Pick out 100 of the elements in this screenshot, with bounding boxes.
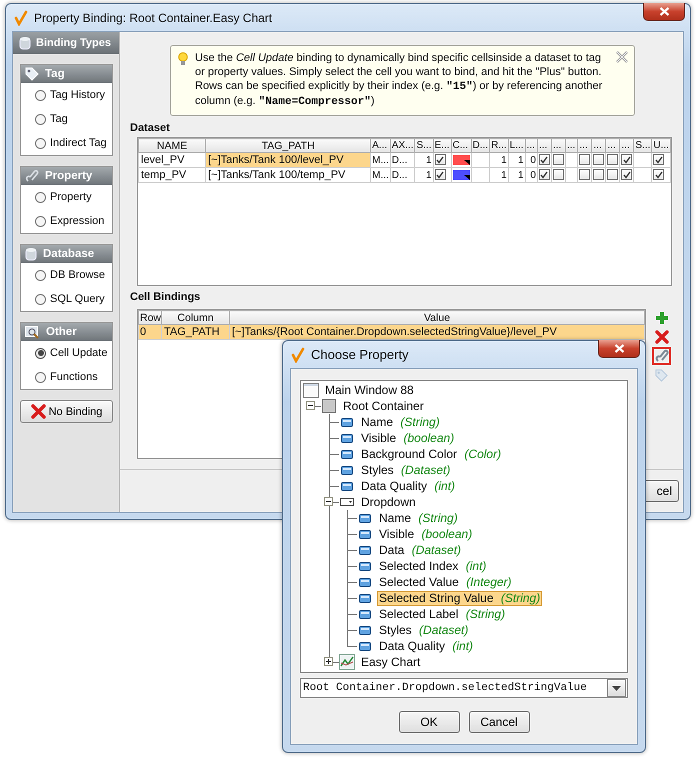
radio-label[interactable]: DB Browse	[50, 269, 106, 281]
column-header[interactable]: Value	[230, 310, 644, 324]
radio-label[interactable]: Expression	[50, 215, 104, 227]
radio-label[interactable]: SQL Query	[50, 293, 105, 305]
tree-item[interactable]: Selected Index (int)	[377, 558, 488, 574]
close-button[interactable]	[643, 3, 685, 21]
column-header[interactable]: R...	[490, 138, 508, 152]
radio-button[interactable]	[35, 294, 46, 304]
expand-toggle[interactable]	[324, 657, 333, 666]
property-icon	[341, 434, 353, 442]
caret-icon	[612, 686, 621, 690]
radio-label[interactable]: Tag	[50, 113, 68, 125]
property-icon	[341, 466, 353, 474]
column-header[interactable]: NAME	[138, 138, 206, 152]
column-header[interactable]: ...	[592, 138, 606, 152]
radio-button[interactable]	[35, 372, 46, 382]
checkmark-icon	[14, 10, 28, 26]
close-icon[interactable]	[616, 51, 628, 63]
tree-item[interactable]: Root Container	[341, 398, 426, 414]
tree-item[interactable]: Easy Chart	[359, 654, 422, 670]
radio-button[interactable]	[35, 270, 46, 280]
column-header[interactable]: C...	[451, 138, 472, 152]
radio-button[interactable]	[35, 90, 46, 100]
close-icon	[658, 7, 670, 16]
tree-item[interactable]: Name (String)	[377, 510, 460, 526]
column-header[interactable]: TAG_PATH	[206, 138, 371, 152]
tree-item[interactable]: Visible (boolean)	[377, 526, 474, 542]
column-header[interactable]: ...	[537, 138, 552, 152]
column-header[interactable]: U...	[652, 138, 670, 152]
remove-icon	[654, 330, 668, 344]
dropdown-button[interactable]	[607, 679, 626, 697]
checkbox[interactable]	[434, 154, 446, 166]
column-header[interactable]: Column	[162, 310, 230, 324]
tree-item[interactable]: Visible (boolean)	[359, 430, 456, 446]
column-header[interactable]: ...	[606, 138, 620, 152]
property-icon	[341, 418, 353, 426]
column-header[interactable]: S...	[414, 138, 433, 152]
column-header[interactable]: D...	[471, 138, 490, 152]
column-header[interactable]: ...	[551, 138, 566, 152]
radio-label[interactable]: Tag History	[50, 89, 106, 101]
checkbox[interactable]	[653, 154, 664, 166]
info-text: Use the Cell Update binding to dynamically bind specific cellsinside a dataset to tag or property values. Simply select the cell you want to bind, and hit the "Plus" button. Rows can be specified explicitly by their index (e.g. "15") or by referencing another column (e.g. "Name=Compressor")	[195, 51, 604, 109]
tree-item[interactable]: Background Color (Color)	[359, 446, 504, 462]
collapse-toggle[interactable]	[306, 401, 315, 410]
column-header[interactable]: AX...	[390, 138, 415, 152]
table-cell: temp_PV	[138, 168, 206, 182]
link-button[interactable]	[652, 347, 671, 365]
column-header[interactable]: ...	[565, 138, 578, 152]
ok-button[interactable]: OK	[398, 711, 460, 733]
property-icon	[359, 562, 371, 570]
radio-label[interactable]: Cell Update	[50, 347, 108, 359]
radio-button[interactable]	[35, 348, 46, 358]
table-cell: [~]Tanks/Tank 100/temp_PV	[206, 168, 371, 182]
tree-item[interactable]: Dropdown	[359, 494, 418, 510]
radio-label[interactable]: Functions	[50, 371, 98, 383]
tree-item[interactable]: Data Quality (int)	[377, 638, 476, 654]
chain-link-icon	[654, 349, 668, 363]
radio-button[interactable]	[35, 216, 46, 226]
radio-button[interactable]	[35, 138, 46, 148]
tree-item[interactable]: Data (Dataset)	[377, 542, 464, 558]
tree-item[interactable]: Selected Label (String)	[377, 606, 508, 622]
tree-item[interactable]: Styles (Dataset)	[359, 462, 452, 478]
tree-item[interactable]: Styles (Dataset)	[377, 622, 470, 638]
tag-icon	[655, 368, 668, 382]
radio-label[interactable]: Indirect Tag	[50, 137, 107, 149]
column-header[interactable]: E...	[433, 138, 452, 152]
tree-item[interactable]: Selected Value (Integer)	[377, 574, 514, 590]
column-header[interactable]: L...	[508, 138, 526, 152]
property-icon	[359, 642, 371, 650]
table-cell: 1	[490, 168, 508, 182]
radio-button[interactable]	[35, 192, 46, 202]
dialog-title: Choose Property	[311, 347, 409, 362]
tree-item[interactable]: Main Window 88	[323, 382, 416, 398]
checkbox[interactable]	[653, 169, 664, 180]
column-header[interactable]: A...	[370, 138, 390, 152]
window-title: Property Binding: Root Container.Easy Chart	[34, 10, 272, 24]
column-header[interactable]: S...	[634, 138, 652, 152]
no-binding-button[interactable]: No Binding	[20, 400, 113, 423]
tree-item[interactable]: Selected String Value (String)	[377, 590, 542, 606]
checkmark-icon	[291, 346, 305, 362]
column-header[interactable]: ...	[620, 138, 634, 152]
property-icon	[359, 594, 371, 602]
column-header[interactable]: ...	[578, 138, 592, 152]
column-header[interactable]: ...	[525, 138, 538, 152]
collapse-toggle[interactable]	[324, 497, 333, 506]
tree-item[interactable]: Name (String)	[359, 414, 442, 430]
group-title: Database	[43, 248, 94, 260]
table-cell: M...	[370, 152, 390, 168]
property-icon	[359, 546, 371, 554]
radio-button[interactable]	[35, 114, 46, 124]
radio-label[interactable]: Property	[50, 191, 92, 203]
path-field[interactable]: Root Container.Dropdown.selectedStringValue	[300, 678, 628, 698]
cancel-button[interactable]: Cancel	[468, 711, 530, 733]
group-title: Property	[45, 170, 92, 182]
close-icon	[614, 344, 624, 353]
table-row[interactable]: 0 TAG_PATH [~]Tanks/{Root Container.Dropdown.selectedStringValue}/level_PV	[138, 324, 644, 340]
tree-item[interactable]: Data Quality (int)	[359, 478, 458, 494]
checkbox[interactable]	[434, 169, 446, 180]
property-icon	[359, 610, 371, 618]
close-button[interactable]	[598, 340, 640, 358]
